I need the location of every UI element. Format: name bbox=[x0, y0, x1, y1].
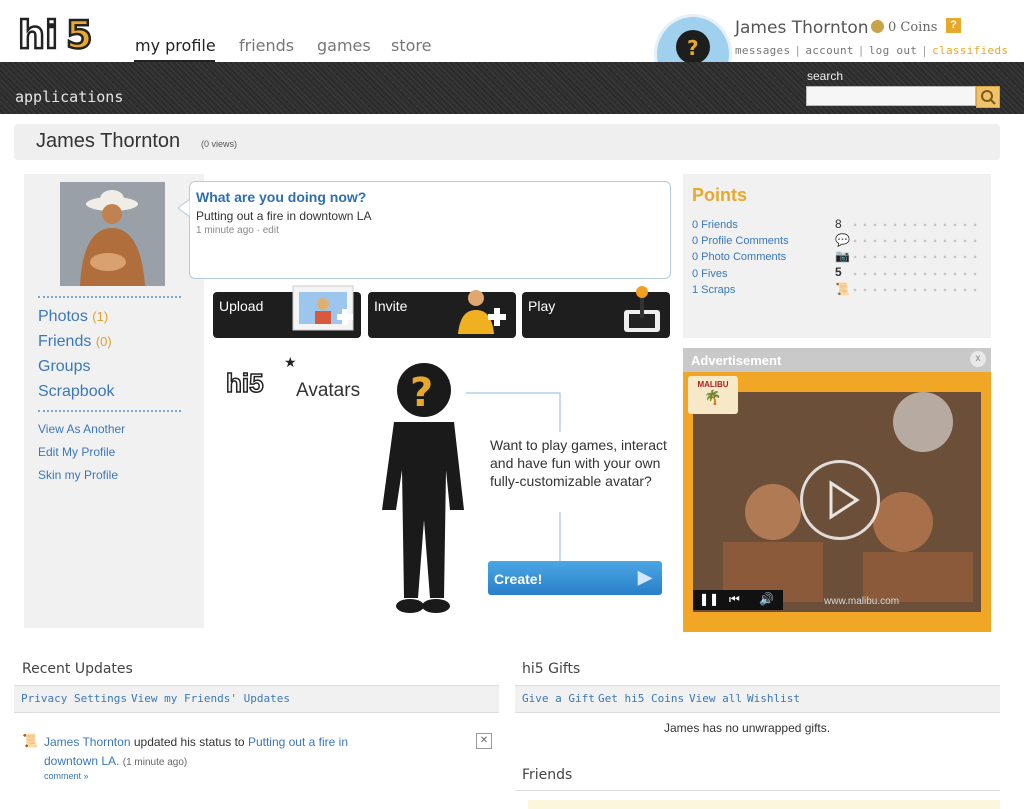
status-time: 1 minute ago · edit bbox=[196, 225, 279, 236]
hi5-avatars-logo: hi5 bbox=[225, 367, 264, 399]
ad-close-icon[interactable]: x bbox=[970, 351, 986, 367]
malibu-logo: MALIBU 🌴 bbox=[688, 376, 738, 414]
points-title: Points bbox=[692, 185, 748, 205]
upload-photo-icon bbox=[292, 285, 354, 331]
help-icon[interactable]: ? bbox=[946, 18, 961, 33]
view-all-gifts-link[interactable]: View all bbox=[689, 692, 742, 705]
view-friends-updates-link[interactable]: View my Friends' Updates bbox=[131, 692, 290, 705]
comment-link[interactable]: comment » bbox=[44, 771, 89, 781]
account-links: messages | account | log out | classifieds bbox=[735, 44, 1009, 57]
upload-button[interactable]: Upload bbox=[213, 285, 361, 338]
scroll-icon: 📜 bbox=[835, 282, 850, 296]
pause-icon[interactable]: ❚❚ bbox=[699, 592, 719, 606]
friends-points-icon: 8 bbox=[835, 217, 842, 231]
messages-link[interactable]: messages bbox=[735, 44, 790, 57]
points-dots bbox=[850, 238, 982, 244]
classifieds-link[interactable]: classifieds bbox=[932, 44, 1008, 57]
divider bbox=[38, 296, 181, 298]
search-button[interactable] bbox=[976, 86, 1000, 108]
coins-count[interactable]: 0 Coins bbox=[888, 20, 937, 35]
coin-icon bbox=[871, 20, 884, 33]
points-fives-link[interactable]: 0 Fives bbox=[692, 268, 727, 280]
play-arrow-icon: ▶ bbox=[638, 567, 652, 587]
svg-text:?: ? bbox=[410, 370, 433, 416]
search-input[interactable] bbox=[806, 86, 976, 106]
photos-link[interactable]: Photos (1) bbox=[38, 308, 108, 326]
edit-profile-link[interactable]: Edit My Profile bbox=[38, 445, 115, 459]
advertisement-header: Advertisement bbox=[683, 348, 991, 372]
groups-link[interactable]: Groups bbox=[38, 358, 90, 376]
points-friends-link[interactable]: 0 Friends bbox=[692, 219, 738, 231]
star-icon: ★ bbox=[284, 354, 297, 370]
svg-text:5: 5 bbox=[66, 13, 92, 56]
nav-my-profile[interactable]: my profile bbox=[135, 36, 216, 55]
points-scraps-link[interactable]: 1 Scraps bbox=[692, 284, 735, 296]
hi5-logo[interactable]: hi 5 bbox=[14, 10, 110, 56]
divider bbox=[515, 790, 1000, 791]
joystick-icon bbox=[624, 286, 660, 332]
play-triangle-icon bbox=[829, 480, 860, 520]
svg-text:?: ? bbox=[687, 36, 699, 60]
skin-profile-link[interactable]: Skin my Profile bbox=[38, 468, 118, 482]
give-gift-link[interactable]: Give a Gift bbox=[522, 692, 595, 705]
fives-icon: 5 bbox=[835, 265, 842, 279]
divider bbox=[38, 410, 181, 412]
scroll-icon: 📜 bbox=[22, 733, 39, 748]
friends-section-body bbox=[528, 800, 1000, 809]
avatars-promo-text: Want to play games, interact and have fu… bbox=[490, 437, 667, 489]
remove-update-icon[interactable]: ✕ bbox=[476, 733, 492, 749]
nav-games[interactable]: games bbox=[317, 36, 371, 55]
no-gifts-message: James has no unwrapped gifts. bbox=[664, 721, 831, 735]
points-profile-comments-link[interactable]: 0 Profile Comments bbox=[692, 235, 789, 247]
invite-button[interactable]: Invite bbox=[368, 290, 516, 338]
update-status-link[interactable]: Putting out a fire in bbox=[248, 735, 348, 749]
get-coins-link[interactable]: Get hi5 Coins bbox=[598, 692, 684, 705]
update-status-link-cont[interactable]: downtown LA. bbox=[44, 754, 119, 768]
ad-url[interactable]: www.malibu.com bbox=[824, 596, 899, 607]
update-item: James Thornton updated his status to Put… bbox=[44, 735, 348, 768]
points-photo-comments-link[interactable]: 0 Photo Comments bbox=[692, 251, 786, 263]
play-button[interactable]: Play bbox=[522, 286, 670, 338]
profile-name-title: James Thornton bbox=[36, 130, 181, 152]
points-dots bbox=[850, 254, 982, 260]
search-label: search bbox=[807, 69, 844, 83]
svg-text:hi: hi bbox=[18, 13, 58, 56]
view-as-another-link[interactable]: View As Another bbox=[38, 422, 125, 436]
invite-friend-icon bbox=[458, 290, 506, 334]
status-pointer bbox=[178, 199, 191, 217]
friends-section-title: Friends bbox=[522, 767, 573, 783]
privacy-settings-link[interactable]: Privacy Settings bbox=[21, 692, 127, 705]
logout-link[interactable]: log out bbox=[869, 44, 917, 57]
profile-photo-image bbox=[60, 182, 165, 286]
scrapbook-link[interactable]: Scrapbook bbox=[38, 383, 115, 401]
profile-photo[interactable] bbox=[60, 182, 165, 286]
status-question[interactable]: What are you doing now? bbox=[196, 189, 366, 205]
create-avatar-button[interactable]: Create! ▶ bbox=[488, 561, 662, 595]
volume-icon[interactable]: 🔊 bbox=[759, 592, 774, 606]
nav-store[interactable]: store bbox=[391, 36, 431, 55]
account-link[interactable]: account bbox=[805, 44, 853, 57]
points-dots bbox=[850, 287, 982, 293]
points-dots bbox=[850, 222, 982, 228]
profile-views: (0 views) bbox=[201, 139, 238, 149]
nav-friends[interactable]: friends bbox=[239, 36, 294, 55]
search-icon bbox=[981, 90, 996, 105]
header-username[interactable]: James Thornton bbox=[735, 18, 869, 38]
points-dots bbox=[850, 271, 982, 277]
status-edit-link[interactable]: edit bbox=[263, 225, 279, 236]
wishlist-link[interactable]: Wishlist bbox=[747, 692, 800, 705]
video-play-icon[interactable] bbox=[800, 460, 880, 540]
rewind-icon[interactable]: ⏮ bbox=[729, 592, 740, 607]
avatar-silhouette-icon: ? bbox=[382, 363, 464, 613]
gifts-title: hi5 Gifts bbox=[522, 661, 581, 677]
friends-link[interactable]: Friends (0) bbox=[38, 333, 112, 351]
camera-icon: 📷 bbox=[835, 249, 850, 263]
applications-link[interactable]: applications bbox=[15, 88, 123, 106]
update-user-link[interactable]: James Thornton bbox=[44, 735, 131, 749]
recent-updates-title: Recent Updates bbox=[22, 661, 133, 677]
status-text: Putting out a fire in downtown LA bbox=[196, 209, 372, 223]
video-controls: ❚❚ ⏮ 🔊 bbox=[693, 590, 783, 610]
avatars-title: Avatars bbox=[296, 380, 361, 401]
comment-icon: 💬 bbox=[835, 233, 850, 247]
